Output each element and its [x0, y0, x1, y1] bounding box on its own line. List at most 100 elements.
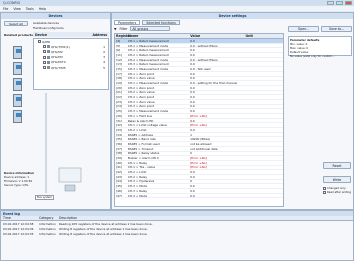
checkbox[interactable]: [43, 50, 46, 54]
cell-name: Relay & Alarm ED: [127, 118, 154, 123]
cell-value: 19200 (8N1e): [190, 137, 211, 142]
menu-help[interactable]: Help: [39, 7, 46, 11]
save-button[interactable]: Save to...: [321, 26, 352, 32]
reset-button[interactable]: Reset: [323, 162, 351, 169]
cell-value: 0.0: [190, 48, 195, 53]
device-settings-panel: Device settings Parameters Selected func…: [111, 12, 354, 210]
side-actions: Open... Save to...: [288, 26, 352, 34]
cell-reg: [32]: [116, 123, 122, 128]
checkbox[interactable]: [323, 186, 326, 190]
write-button[interactable]: Write: [323, 176, 351, 183]
col-register[interactable]: Register: [115, 34, 131, 38]
cell-reg: [19]: [116, 81, 122, 86]
filter-value: All groups: [132, 26, 149, 31]
col-category[interactable]: Category: [39, 216, 59, 220]
cell-reg: [33]: [116, 128, 122, 132]
filter-label: Filter: [119, 26, 128, 31]
device-thumbnail[interactable]: [13, 46, 22, 59]
device-thumbnail[interactable]: [13, 94, 22, 107]
col-time[interactable]: Time: [1, 216, 39, 220]
cell-value: 0.0: [190, 189, 195, 193]
checkbox[interactable]: [43, 66, 46, 70]
cell-reg: [40]: [116, 160, 122, 165]
menu-tools[interactable]: Tools: [26, 7, 34, 11]
log-cat: Information: [39, 221, 56, 226]
prop-line: No value (valid only for custom...: [290, 54, 335, 58]
menu-view[interactable]: View: [13, 7, 21, 11]
cell-reg: [34]: [116, 132, 122, 137]
cell-value: [Error +No]: [190, 165, 207, 170]
cell-name: CH-2 > Zero point: [127, 85, 155, 90]
device-name: QHL/T/M1(1): [51, 44, 70, 49]
checkbox[interactable]: [43, 45, 46, 49]
tab-selected-functions[interactable]: Selected functions: [142, 20, 180, 25]
col-unit[interactable]: Unit: [245, 34, 283, 38]
device-address: 4: [103, 60, 105, 65]
log-cat: Information: [39, 226, 56, 231]
device-address: 1: [103, 44, 105, 49]
cell-value: 0.0: [190, 71, 195, 76]
cell-name: CH-3 > Mode: [127, 193, 148, 198]
check-label: Read after writing: [327, 190, 352, 194]
checkbox[interactable]: [38, 40, 41, 44]
read-after-writing-option[interactable]: Read after writing: [323, 190, 353, 194]
cell-reg: [36]: [116, 142, 122, 146]
cell-value: 0.0: [190, 118, 195, 123]
checkbox[interactable]: [43, 55, 46, 59]
open-button[interactable]: Open...: [288, 26, 319, 32]
filter-bar: ▼ Filter All groups: [114, 26, 284, 31]
list-item[interactable]: QHL/T/M5 5: [34, 65, 108, 70]
cell-name: CH-2 > Limit: [127, 128, 147, 132]
tab-parameters[interactable]: Parameters: [114, 20, 141, 25]
bus-name: Q/M8: [42, 39, 50, 44]
device-icon: [47, 66, 50, 70]
cell-value: [Error +No]: [190, 156, 207, 161]
minimize-button[interactable]: [327, 1, 334, 5]
close-button[interactable]: [345, 1, 352, 5]
col-value[interactable]: Value: [190, 34, 245, 38]
parameters-table: Register Name Value Unit [4] CH-1 > Rated…: [114, 33, 284, 207]
device-thumbnail[interactable]: [13, 78, 22, 91]
cell-name: CH-3 > Hysteresis: [127, 179, 155, 184]
cell-name: CH-2 > Rated measurement: [127, 53, 169, 57]
table-row[interactable]: [47] CH-3 > Mode 0.0: [115, 194, 283, 199]
device-settings-header: Device settings: [112, 13, 353, 19]
window-title: Q-CONFIG: [3, 1, 21, 5]
device-thumbnail[interactable]: [13, 62, 22, 75]
cell-name: CH-3 > Mode: [127, 184, 148, 189]
cell-value: 0: [190, 179, 192, 184]
col-description[interactable]: Description: [59, 216, 219, 220]
cell-reg: [20]: [116, 85, 122, 90]
cell-name: CH-1 > Rated measurement: [127, 48, 169, 53]
cell-name: CH-1 > Relay: [127, 160, 148, 165]
cell-value: 0.0: [190, 128, 195, 132]
col-device: Device: [35, 32, 48, 37]
checkbox[interactable]: [323, 190, 326, 194]
cell-value: 0.0: [190, 39, 195, 43]
select-all-button[interactable]: Select all: [4, 21, 28, 26]
cell-reg: [4]: [116, 39, 121, 43]
cell-name: CH-2 > Measurement mode: [127, 57, 169, 62]
filter-dropdown[interactable]: All groups: [130, 26, 171, 31]
cell-name: CH-2 > Relay: [127, 174, 148, 179]
cell-reg: [46]: [116, 189, 122, 193]
log-time: 03.02.2017 12:04:36: [3, 226, 34, 231]
log-row[interactable]: 03.02.2017 12:04:35 Information Writing 8 …: [1, 231, 353, 236]
checkbox[interactable]: [43, 60, 46, 64]
cell-value: 0.0 - setting for the first channel: [190, 81, 238, 86]
menu-file[interactable]: File: [3, 7, 8, 11]
device-thumbnail[interactable]: [13, 110, 22, 123]
cell-name: CH-1 > Zero value: [127, 76, 155, 81]
maximize-button[interactable]: [336, 1, 343, 5]
cell-value: 0.0: [190, 193, 195, 198]
device-icon: [47, 50, 50, 54]
device-name: QHL/M3: [51, 55, 63, 60]
tab-label: Parameters: [118, 20, 137, 25]
device-tree: [4, 43, 30, 123]
gateway-device: [58, 167, 82, 183]
cell-value: [Error +No]: [190, 114, 207, 118]
cell-value: [Error +No]: [190, 160, 207, 165]
log-time: 03.02.2017 12:04:35: [3, 231, 34, 236]
cell-reg: [18]: [116, 76, 122, 81]
col-name[interactable]: Name: [128, 34, 190, 38]
